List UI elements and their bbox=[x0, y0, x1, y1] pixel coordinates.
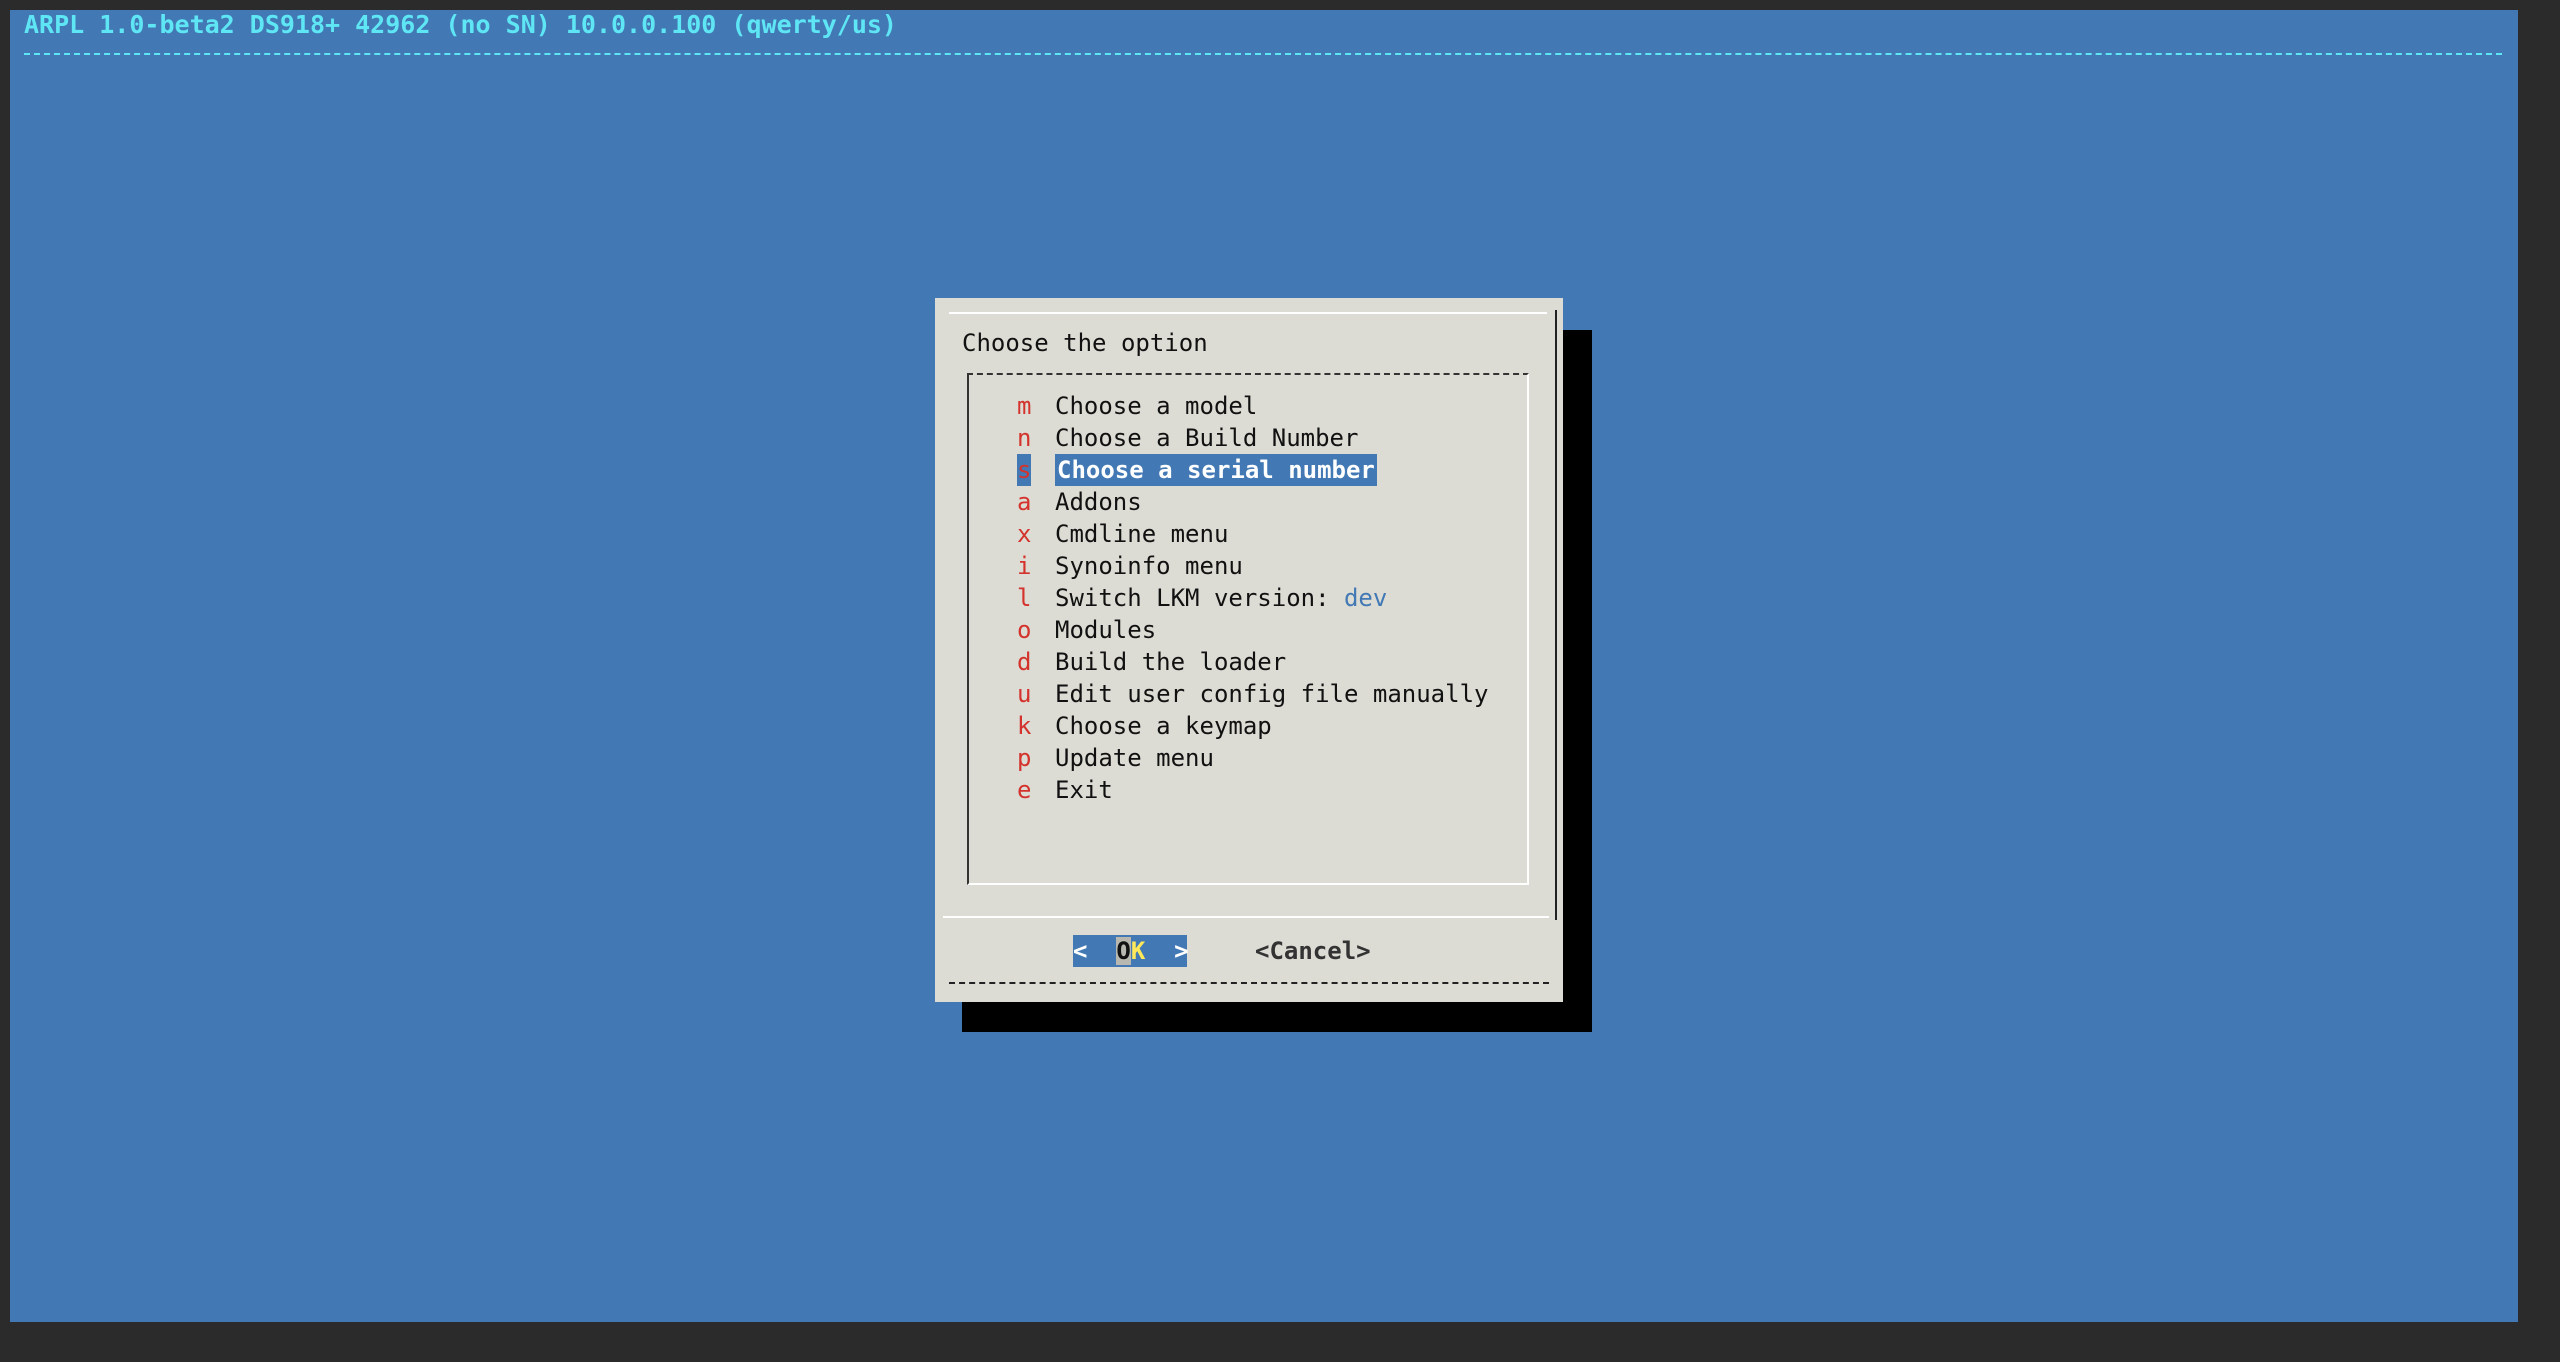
menu-item-label: Switch LKM version: dev bbox=[1055, 582, 1387, 614]
menu-item-update-menu[interactable]: p Update menu bbox=[969, 742, 1214, 774]
ok-button-left: < bbox=[1073, 937, 1117, 965]
menu-item-choose-model[interactable]: m Choose a model bbox=[969, 390, 1257, 422]
dialog-frame-bottom bbox=[949, 982, 1549, 984]
menu-list: m Choose a model n Choose a Build Number… bbox=[969, 390, 1488, 806]
ok-button[interactable]: < OK > bbox=[1073, 935, 1189, 967]
ok-button-right: > bbox=[1145, 937, 1189, 965]
menu-item-label: Choose a model bbox=[1055, 392, 1258, 420]
menu-item-label: Modules bbox=[1055, 616, 1157, 644]
menu-item-label: Edit user config file manually bbox=[1055, 680, 1489, 708]
menu-item-label-text: Switch LKM version: bbox=[1055, 584, 1344, 612]
menu-item-switch-lkm-version[interactable]: l Switch LKM version: dev bbox=[969, 582, 1387, 614]
menu-item-hotkey: s bbox=[1017, 454, 1032, 486]
dialog-title: Choose the option bbox=[962, 329, 1208, 357]
backtitle-divider bbox=[24, 53, 2502, 55]
menu-item-hotkey: p bbox=[1017, 744, 1032, 772]
menu-item-cmdline-menu[interactable]: x Cmdline menu bbox=[969, 518, 1228, 550]
menu-item-hotkey: d bbox=[1017, 648, 1032, 676]
button-row: < OK > <Cancel> bbox=[935, 935, 1563, 969]
menu-item-exit[interactable]: e Exit bbox=[969, 774, 1113, 806]
menu-item-label: Update menu bbox=[1055, 744, 1214, 772]
cancel-button[interactable]: <Cancel> bbox=[1255, 935, 1371, 967]
button-separator bbox=[943, 916, 1549, 918]
menu-item-choose-build-number[interactable]: n Choose a Build Number bbox=[969, 422, 1358, 454]
menu-item-label: Choose a keymap bbox=[1055, 712, 1272, 740]
menu-item-hotkey: i bbox=[1017, 552, 1032, 580]
menu-item-label: Cmdline menu bbox=[1055, 520, 1229, 548]
ok-button-hotkey: K bbox=[1130, 937, 1146, 965]
menu-item-label: Exit bbox=[1055, 776, 1113, 804]
dialog-frame-top bbox=[949, 312, 1547, 314]
menu-item-build-loader[interactable]: d Build the loader bbox=[969, 646, 1286, 678]
menu-item-label: Choose a Build Number bbox=[1055, 424, 1359, 452]
menu-item-edit-user-config[interactable]: u Edit user config file manually bbox=[969, 678, 1488, 710]
lkm-version-value: dev bbox=[1343, 584, 1388, 612]
menu-item-label: Synoinfo menu bbox=[1055, 552, 1243, 580]
menu-item-label: Choose a serial number bbox=[1055, 454, 1377, 486]
menu-item-hotkey: k bbox=[1017, 712, 1032, 740]
menu-item-choose-keymap[interactable]: k Choose a keymap bbox=[969, 710, 1272, 742]
ok-button-cursor: O bbox=[1116, 937, 1131, 965]
menu-item-choose-serial-number[interactable]: s Choose a serial number bbox=[969, 454, 1377, 486]
menu-dialog: Choose the option m Choose a model n Cho… bbox=[935, 298, 1563, 1002]
backtitle: ARPL 1.0-beta2 DS918+ 42962 (no SN) 10.0… bbox=[24, 10, 897, 39]
menu-item-hotkey: n bbox=[1017, 424, 1032, 452]
dialog-frame-right bbox=[1555, 310, 1557, 920]
menu-item-hotkey: u bbox=[1017, 680, 1032, 708]
menu-item-synoinfo-menu[interactable]: i Synoinfo menu bbox=[969, 550, 1243, 582]
menu-item-hotkey: e bbox=[1017, 776, 1032, 804]
menu-item-hotkey: m bbox=[1017, 392, 1032, 420]
menu-item-hotkey: x bbox=[1017, 520, 1032, 548]
menu-item-hotkey: a bbox=[1017, 488, 1032, 516]
menu-item-hotkey: l bbox=[1017, 584, 1032, 612]
menu-list-box: m Choose a model n Choose a Build Number… bbox=[967, 373, 1529, 885]
menu-item-modules[interactable]: o Modules bbox=[969, 614, 1156, 646]
menu-item-addons[interactable]: a Addons bbox=[969, 486, 1142, 518]
menu-item-hotkey: o bbox=[1017, 616, 1032, 644]
menu-item-label: Addons bbox=[1055, 488, 1142, 516]
menu-item-label: Build the loader bbox=[1055, 648, 1287, 676]
